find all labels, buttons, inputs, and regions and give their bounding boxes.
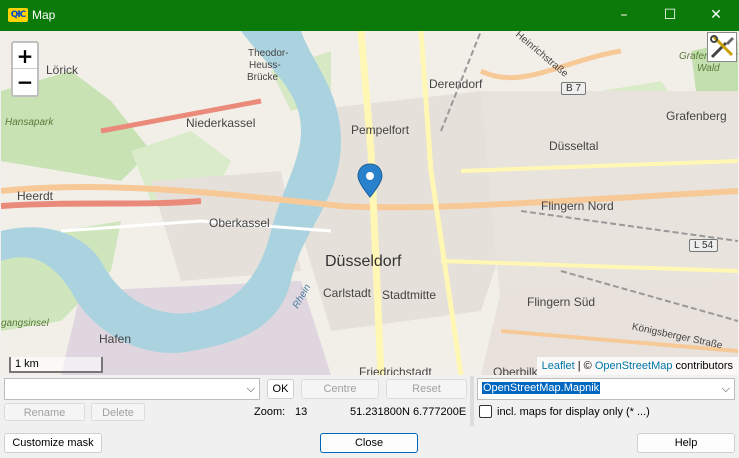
map-source-combo[interactable]: OpenStreetMap.Mapnik ⌵ xyxy=(477,378,735,400)
minimize-button[interactable]: – xyxy=(601,0,647,31)
place-label: Flingern Nord xyxy=(541,199,614,213)
zoom-in-button[interactable]: + xyxy=(13,43,37,69)
map-tiles xyxy=(1,31,738,375)
title-bar: QIC Map – ☐ ✕ xyxy=(0,0,739,31)
ok-button[interactable]: OK xyxy=(267,379,294,399)
map-source-value: OpenStreetMap.Mapnik xyxy=(482,382,601,394)
place-label: Flingern Süd xyxy=(527,295,596,309)
place-label: Oberbilk xyxy=(493,365,538,375)
place-label: gangsinsel xyxy=(1,318,49,329)
place-label: Wald xyxy=(697,63,720,74)
centre-button[interactable]: Centre xyxy=(301,379,379,399)
close-window-button[interactable]: ✕ xyxy=(693,0,739,31)
place-label: Pempelfort xyxy=(351,123,410,137)
map-tools-icon xyxy=(710,35,734,59)
place-label: Hansapark xyxy=(5,117,54,128)
chevron-down-icon: ⌵ xyxy=(246,382,255,395)
place-label: Grafenberg xyxy=(666,109,727,123)
place-label: Stadtmitte xyxy=(382,288,437,302)
place-label: Oberkassel xyxy=(209,216,270,230)
place-label: Heuss- xyxy=(249,60,281,71)
place-label: Lörick xyxy=(46,63,79,77)
zoom-control: + − xyxy=(11,41,39,97)
attribution-suffix: contributors xyxy=(672,360,733,372)
rename-button[interactable]: Rename xyxy=(4,403,85,421)
incl-maps-checkbox[interactable] xyxy=(479,405,492,418)
map-view[interactable]: Lörick Hansapark Niederkassel Heerdt Obe… xyxy=(1,31,738,375)
help-button[interactable]: Help xyxy=(637,433,735,453)
place-label: Brücke xyxy=(247,72,279,83)
place-label: Düsseldorf xyxy=(325,253,402,270)
maximize-button[interactable]: ☐ xyxy=(647,0,693,31)
delete-button[interactable]: Delete xyxy=(91,403,145,421)
place-label: Heerdt xyxy=(17,189,54,203)
road-shield: B 7 xyxy=(561,82,587,95)
place-label: Hafen xyxy=(99,332,132,346)
app-icon: QIC xyxy=(8,8,28,22)
incl-maps-label: incl. maps for display only (* ...) xyxy=(497,406,650,418)
zoom-label: Zoom: xyxy=(254,406,286,418)
reset-button[interactable]: Reset xyxy=(386,379,467,399)
map-attribution: Leaflet | © OpenStreetMap contributors xyxy=(536,357,738,375)
place-label: Theodor- xyxy=(248,48,289,59)
close-button[interactable]: Close xyxy=(320,433,418,453)
zoom-value: 13 xyxy=(295,406,308,418)
attribution-separator: | © xyxy=(574,360,595,372)
road-shield: L 54 xyxy=(689,239,719,252)
osm-link[interactable]: OpenStreetMap xyxy=(595,360,673,372)
place-label: Derendorf xyxy=(429,77,483,91)
leaflet-link[interactable]: Leaflet xyxy=(542,360,575,372)
zoom-out-button[interactable]: − xyxy=(13,69,37,95)
place-label: Carlstadt xyxy=(323,286,372,300)
location-combo[interactable]: ⌵ xyxy=(4,378,260,400)
coordinates: 51.231800N 6.777200E xyxy=(350,406,467,418)
map-tools-button[interactable] xyxy=(707,32,737,62)
place-label: Niederkassel xyxy=(186,116,256,130)
window-title: Map xyxy=(32,8,56,22)
chevron-down-icon: ⌵ xyxy=(721,382,730,395)
panel-splitter[interactable] xyxy=(470,376,474,426)
place-label: Friedrichstadt xyxy=(359,365,432,375)
customize-mask-button[interactable]: Customize mask xyxy=(4,433,102,453)
scale-bar: 1 km xyxy=(9,357,103,373)
place-label: Düsseltal xyxy=(549,139,599,153)
